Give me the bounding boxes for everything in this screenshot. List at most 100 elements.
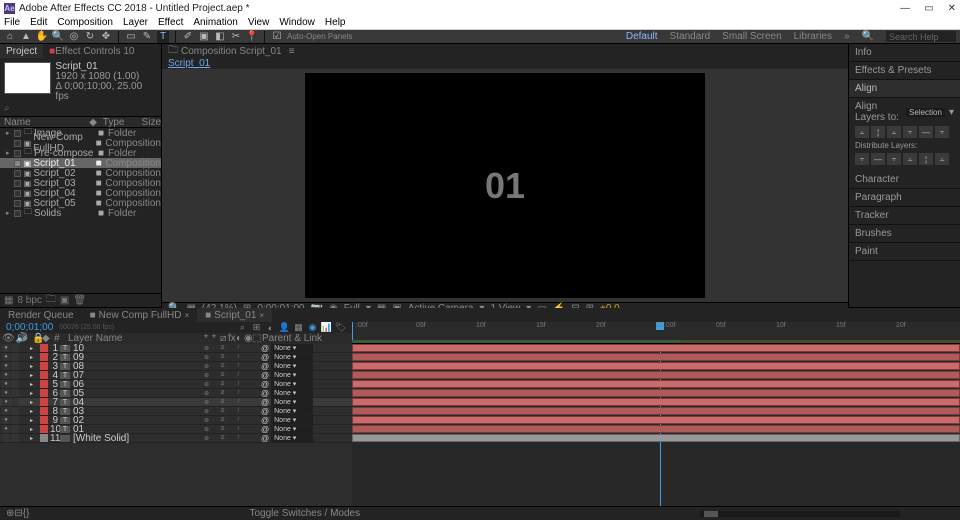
align-to-dropdown[interactable]: Selection [906, 108, 945, 117]
align-panel-header[interactable]: Align [849, 80, 960, 98]
draft3d-icon[interactable]: ◐ [265, 322, 276, 333]
frame-blend-icon[interactable]: ▦ [293, 322, 304, 333]
composition-viewer[interactable]: 01 [162, 69, 848, 302]
comp-breadcrumb[interactable]: Script_01 [162, 58, 848, 69]
zoom-tool-icon[interactable]: 🔍 [52, 31, 64, 43]
project-tab[interactable]: Project [0, 44, 43, 58]
toggle-switches-button[interactable]: Toggle Switches / Modes [249, 508, 360, 519]
roto-tool-icon[interactable]: ✂ [230, 31, 242, 43]
workspace-libraries[interactable]: Libraries [794, 31, 832, 42]
layer-bar[interactable] [352, 362, 960, 370]
new-comp-icon[interactable]: ▣ [60, 295, 69, 306]
brush-tool-icon[interactable]: ✐ [182, 31, 194, 43]
layer-bar[interactable] [352, 353, 960, 361]
motion-blur-icon[interactable]: ◉ [307, 322, 318, 333]
project-item[interactable]: ▣Script_03■Composition [0, 178, 161, 188]
hand-tool-icon[interactable]: ✋ [36, 31, 48, 43]
layer-bar[interactable] [352, 407, 960, 415]
timeline-zoom-slider[interactable] [700, 511, 900, 517]
selection-tool-icon[interactable]: ▲ [20, 31, 32, 43]
project-item[interactable]: ▣Script_01■Composition [0, 158, 161, 168]
search-layers-icon[interactable]: ⌕ [237, 322, 248, 333]
layer-bar[interactable] [352, 398, 960, 406]
layer-bar[interactable] [352, 344, 960, 352]
rect-tool-icon[interactable]: ▭ [125, 31, 137, 43]
layer-bar[interactable] [352, 416, 960, 424]
snap-checkbox[interactable]: ☑ [271, 31, 283, 43]
menu-help[interactable]: Help [325, 17, 346, 28]
align-bottom-icon[interactable]: ⫟ [935, 126, 949, 138]
expand-icon[interactable]: ⊕ [6, 508, 14, 519]
label-col-icon[interactable]: ◆ [42, 333, 54, 344]
menu-effect[interactable]: Effect [158, 17, 183, 28]
clone-tool-icon[interactable]: ▣ [198, 31, 210, 43]
dist-hcenter-icon[interactable]: ¦ [919, 153, 933, 165]
search-help-input[interactable]: Search Help [886, 31, 956, 42]
paint-panel-header[interactable]: Paint [849, 243, 960, 261]
timeline-layer-row[interactable]: ▸11[White Solid]⊕⧄/@None ▾ [0, 434, 352, 443]
menu-file[interactable]: File [4, 17, 20, 28]
rotate-tool-icon[interactable]: ↻ [84, 31, 96, 43]
bpc-button[interactable]: 8 bpc [17, 295, 41, 306]
layer-bar[interactable] [352, 389, 960, 397]
project-item[interactable]: ▣Script_02■Composition [0, 168, 161, 178]
workspace-small[interactable]: Small Screen [722, 31, 781, 42]
character-panel-header[interactable]: Character [849, 171, 960, 189]
anchor-tool-icon[interactable]: ✥ [100, 31, 112, 43]
puppet-tool-icon[interactable]: 📍 [246, 31, 258, 43]
dist-vcenter-icon[interactable]: — [871, 153, 885, 165]
project-item[interactable]: ▸🗀Solids■Folder [0, 208, 161, 218]
shy-switch-icon[interactable]: * [204, 333, 211, 344]
type-tool-icon[interactable]: T [157, 31, 169, 43]
dist-bottom-icon[interactable]: ⫟ [887, 153, 901, 165]
menu-view[interactable]: View [248, 17, 270, 28]
tracker-panel-header[interactable]: Tracker [849, 207, 960, 225]
dist-top-icon[interactable]: ⫟ [855, 153, 869, 165]
layer-bar[interactable] [352, 380, 960, 388]
solo-col-icon[interactable]: ● [22, 333, 32, 344]
maximize-button[interactable]: ▭ [924, 3, 933, 14]
interpret-icon[interactable]: ▦ [4, 295, 13, 306]
work-area[interactable] [352, 340, 960, 343]
tag-column-icon[interactable]: ◆ [89, 117, 103, 128]
align-top-icon[interactable]: ⫟ [903, 126, 917, 138]
align-hcenter-icon[interactable]: ¦ [871, 126, 885, 138]
menu-animation[interactable]: Animation [193, 17, 237, 28]
brushes-panel-header[interactable]: Brushes [849, 225, 960, 243]
time-ruler[interactable]: :00f05f10f15f20f01:00f05f10f15f20f [352, 322, 960, 343]
new-folder-icon[interactable]: 🗀 [46, 292, 56, 309]
effects-presets-header[interactable]: Effects & Presets [849, 62, 960, 80]
home-icon[interactable]: ⌂ [4, 31, 16, 43]
timeline-tab-render-queue[interactable]: Render Queue [0, 308, 82, 322]
paragraph-panel-header[interactable]: Paragraph [849, 189, 960, 207]
in-out-icon[interactable]: {} [23, 508, 30, 519]
project-item[interactable]: ▸🗀Pre-compose■Folder [0, 148, 161, 158]
project-item[interactable]: ▣Script_04■Composition [0, 188, 161, 198]
info-panel-header[interactable]: Info [849, 44, 960, 62]
close-button[interactable]: ✕ [948, 3, 956, 14]
pen-tool-icon[interactable]: ✎ [141, 31, 153, 43]
transfer-icon[interactable]: ⊟ [14, 508, 22, 519]
workspace-overflow-icon[interactable]: » [844, 31, 850, 42]
align-vcenter-icon[interactable]: — [919, 126, 933, 138]
composition-panel-tab[interactable]: 🗀 Composition Script_01 ≡ [162, 43, 300, 60]
video-col-icon[interactable]: 👁 [2, 333, 15, 344]
timeline-tab-script01[interactable]: ■ Script_01 × [197, 308, 272, 322]
layer-bar[interactable] [352, 434, 960, 442]
lock-col-icon[interactable]: 🔒 [32, 333, 42, 344]
align-right-icon[interactable]: ⫠ [887, 126, 901, 138]
align-left-icon[interactable]: ⫠ [855, 126, 869, 138]
layer-bars-area[interactable] [352, 344, 960, 506]
menu-layer[interactable]: Layer [123, 17, 148, 28]
menu-window[interactable]: Window [279, 17, 315, 28]
timeline-tab-newcomp[interactable]: ■ New Comp FullHD × [82, 308, 198, 322]
menu-composition[interactable]: Composition [57, 17, 113, 28]
layer-bar[interactable] [352, 425, 960, 433]
layer-bar[interactable] [352, 371, 960, 379]
menu-edit[interactable]: Edit [30, 17, 47, 28]
effect-controls-tab[interactable]: ■ Effect Controls 10 [43, 44, 140, 58]
workspace-standard[interactable]: Standard [670, 31, 711, 42]
comp-mini-flowchart-icon[interactable]: ⊞ [251, 322, 262, 333]
trash-icon[interactable]: 🗑 [73, 295, 86, 306]
current-timecode[interactable]: 0;00;01;00 [6, 322, 53, 333]
